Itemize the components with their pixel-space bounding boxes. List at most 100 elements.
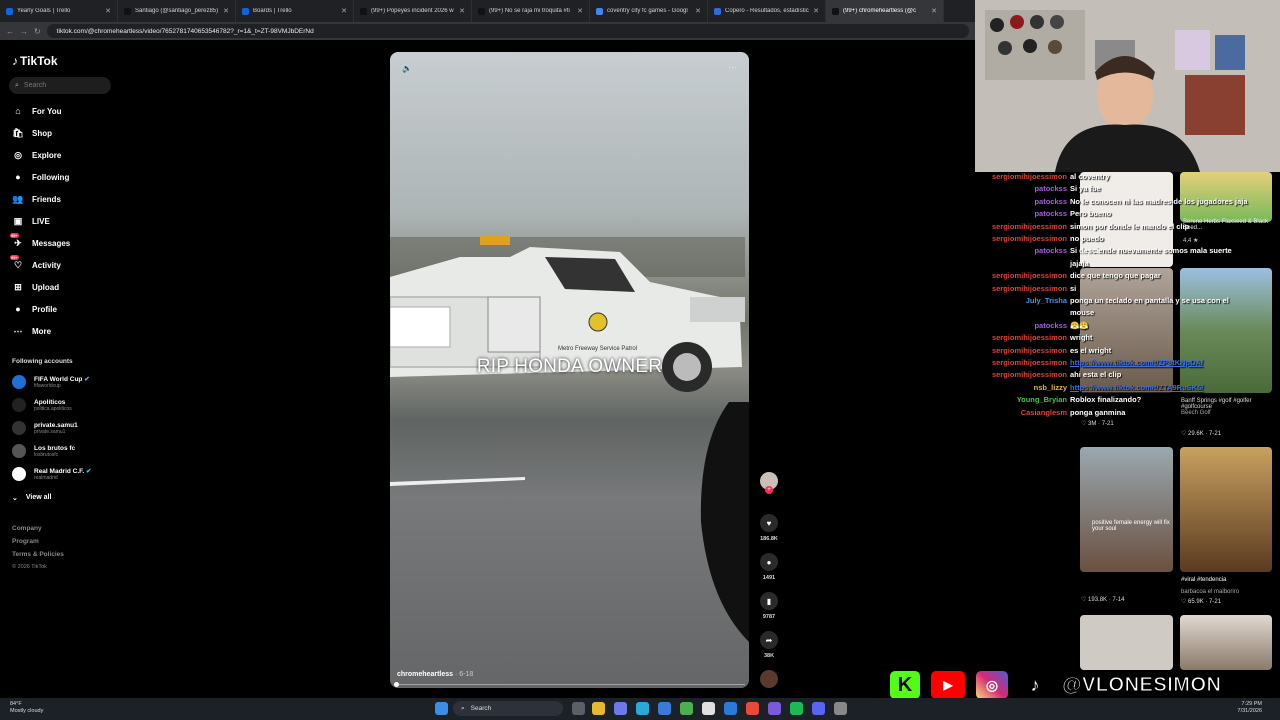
- footer-link[interactable]: Company: [12, 525, 42, 532]
- app-icon[interactable]: [702, 702, 715, 715]
- chat-text[interactable]: https://www.tiktok.com/t/ZTA9RuSK5/: [1070, 383, 1203, 392]
- chat-text: dice que tengo que pagar: [1070, 271, 1161, 281]
- like-button[interactable]: ♥ 186.8K: [756, 514, 782, 542]
- video-player[interactable]: 🔈 ⋯ Metro Freeway Service Patrol RIP HON…: [390, 52, 749, 688]
- share-button[interactable]: ➦ 38K: [756, 631, 782, 659]
- file-explorer-icon[interactable]: [592, 702, 605, 715]
- close-tab-icon[interactable]: ✕: [223, 7, 229, 15]
- account-name: Los brutos fc: [34, 444, 76, 452]
- more-options-icon[interactable]: ⋯: [728, 62, 737, 73]
- video-progress-bar[interactable]: [394, 682, 745, 687]
- sound-disc[interactable]: [756, 670, 782, 688]
- url-input[interactable]: tiktok.com/@chromeheartless/video/765278…: [46, 24, 969, 38]
- following-account[interactable]: FIFA World Cup ✔ fifaworldcup: [12, 375, 90, 389]
- nav-item-profile[interactable]: ● Profile: [12, 301, 57, 317]
- close-tab-icon[interactable]: ✕: [459, 7, 465, 15]
- spotify-icon[interactable]: [790, 702, 803, 715]
- chat-username: sergiomihijoessimon: [991, 358, 1067, 367]
- windows-start-icon[interactable]: [435, 702, 448, 715]
- weather-widget[interactable]: 84°F Mostly cloudy: [10, 701, 43, 715]
- close-tab-icon[interactable]: ✕: [813, 7, 819, 15]
- nav-item-more[interactable]: ⋯ More: [12, 323, 52, 339]
- comment-button[interactable]: ● 1491: [756, 553, 782, 581]
- following-account[interactable]: Real Madrid C.F. ✔ realmadrid: [12, 467, 91, 481]
- chat-message: sergiomihijoessimon simon por donde le ma…: [975, 222, 1189, 231]
- close-tab-icon[interactable]: ✕: [105, 7, 111, 15]
- chat-text: ponga ganmina: [1070, 407, 1126, 417]
- system-clock[interactable]: 7:29 PM 7/31/2026: [1238, 701, 1262, 715]
- chat-text[interactable]: https://www.tiktok.com/t/ZP8tKNpDA/: [1070, 358, 1203, 367]
- browser-tab[interactable]: Yearly Goals | Trello ✕: [0, 0, 118, 22]
- copilot-icon[interactable]: [614, 702, 627, 715]
- close-tab-icon[interactable]: ✕: [931, 7, 937, 15]
- browser-tab[interactable]: (99+) No se raja mi troquita #ti ✕: [472, 0, 590, 22]
- nav-item-following[interactable]: ● Following: [12, 169, 69, 185]
- forward-icon[interactable]: →: [20, 27, 28, 36]
- home-icon: ⌂: [15, 106, 21, 116]
- close-tab-icon[interactable]: ✕: [695, 7, 701, 15]
- nav-item-friends[interactable]: 👥 Friends: [12, 191, 61, 207]
- nav-label: For You: [32, 106, 62, 116]
- following-account[interactable]: Los brutos fc losbrutosfc: [12, 444, 75, 458]
- volume-icon[interactable]: 🔈: [402, 64, 412, 73]
- progress-handle[interactable]: [394, 682, 399, 687]
- address-bar: ← → ↻ tiktok.com/@chromeheartless/video/…: [0, 22, 975, 40]
- webcam-scene: [975, 0, 1280, 172]
- sidebar: ♪ TikTok ⌕ Search ⌂ For You 🛍 Shop ◎ Explore ●…: [0, 40, 125, 698]
- app-icon[interactable]: [768, 702, 781, 715]
- youtube-icon: ▶: [931, 671, 965, 699]
- follow-plus-icon[interactable]: +: [765, 486, 773, 494]
- tab-title: coventry city fc games - Googl: [607, 8, 688, 14]
- following-account[interactable]: private.samu1 private.samu1: [12, 421, 78, 435]
- edge-icon[interactable]: [636, 702, 649, 715]
- nav-label: Upload: [32, 282, 60, 292]
- search-input[interactable]: ⌕ Search: [9, 77, 111, 94]
- bookmark-icon: ▮: [760, 592, 778, 610]
- app-icon[interactable]: [746, 702, 759, 715]
- footer-link[interactable]: Terms & Policies: [12, 551, 64, 558]
- store-icon[interactable]: [658, 702, 671, 715]
- reload-icon[interactable]: ↻: [34, 27, 41, 36]
- golf-video-card[interactable]: [1180, 268, 1272, 393]
- video-author[interactable]: chromeheartless · 6-18: [397, 671, 473, 678]
- tab-title: Copero - Resultados, estadístic: [725, 8, 809, 14]
- nav-item-activity[interactable]: ♡ 99+ Activity: [10, 255, 61, 273]
- back-icon[interactable]: ←: [6, 27, 14, 36]
- following-account[interactable]: Apolíticos politica.apoliticos: [12, 398, 72, 412]
- close-tab-icon[interactable]: ✕: [577, 7, 583, 15]
- nav-item-upload[interactable]: ⊞ Upload: [12, 279, 59, 295]
- nav-item-for-you[interactable]: ⌂ For You: [12, 103, 61, 119]
- chrome-icon[interactable]: [680, 702, 693, 715]
- browser-tab[interactable]: (99+) Popeyes incident 2026 w ✕: [354, 0, 472, 22]
- vscode-icon[interactable]: [724, 702, 737, 715]
- browser-tab[interactable]: (99+) chromeheartless (@c ✕: [826, 0, 944, 22]
- browser-tab[interactable]: Santiago (@santiago_perez85) ✕: [118, 0, 236, 22]
- nav-item-messages[interactable]: ✈ 99+ Messages: [10, 233, 70, 251]
- browser-tab[interactable]: Boards | Trello ✕: [236, 0, 354, 22]
- video-card[interactable]: [1080, 615, 1173, 670]
- energy-video-card[interactable]: [1080, 447, 1173, 572]
- shop-card-rating: 4.4 ★: [1183, 238, 1199, 244]
- nav-item-shop[interactable]: 🛍 Shop: [12, 125, 52, 141]
- video-card[interactable]: [1180, 615, 1272, 670]
- chat-username: nsb_lizzy: [1033, 382, 1067, 392]
- chat-message: patockss Si desciende nuevamente somos ma…: [975, 246, 1231, 255]
- barbacoa-video-card[interactable]: [1180, 447, 1272, 572]
- tab-favicon-icon: [832, 7, 839, 15]
- app-icon[interactable]: [834, 702, 847, 715]
- tiktok-logo[interactable]: ♪ TikTok: [12, 54, 58, 68]
- taskbar-search[interactable]: ⌕ Search: [453, 701, 563, 716]
- notification-badge: 99+: [10, 255, 19, 260]
- save-button[interactable]: ▮ 9787: [756, 592, 782, 620]
- browser-tab[interactable]: Copero - Resultados, estadístic ✕: [708, 0, 826, 22]
- view-all-link[interactable]: ⌄ View all: [12, 494, 51, 502]
- footer-link[interactable]: Program: [12, 538, 39, 545]
- nav-item-live[interactable]: ▣ LIVE: [12, 213, 50, 229]
- account-name: private.samu1: [34, 421, 78, 429]
- creator-avatar[interactable]: +: [756, 472, 782, 494]
- discord-icon[interactable]: [812, 702, 825, 715]
- task-view-icon[interactable]: [572, 702, 585, 715]
- browser-tab[interactable]: coventry city fc games - Googl ✕: [590, 0, 708, 22]
- nav-item-explore[interactable]: ◎ Explore: [12, 147, 61, 163]
- close-tab-icon[interactable]: ✕: [341, 7, 347, 15]
